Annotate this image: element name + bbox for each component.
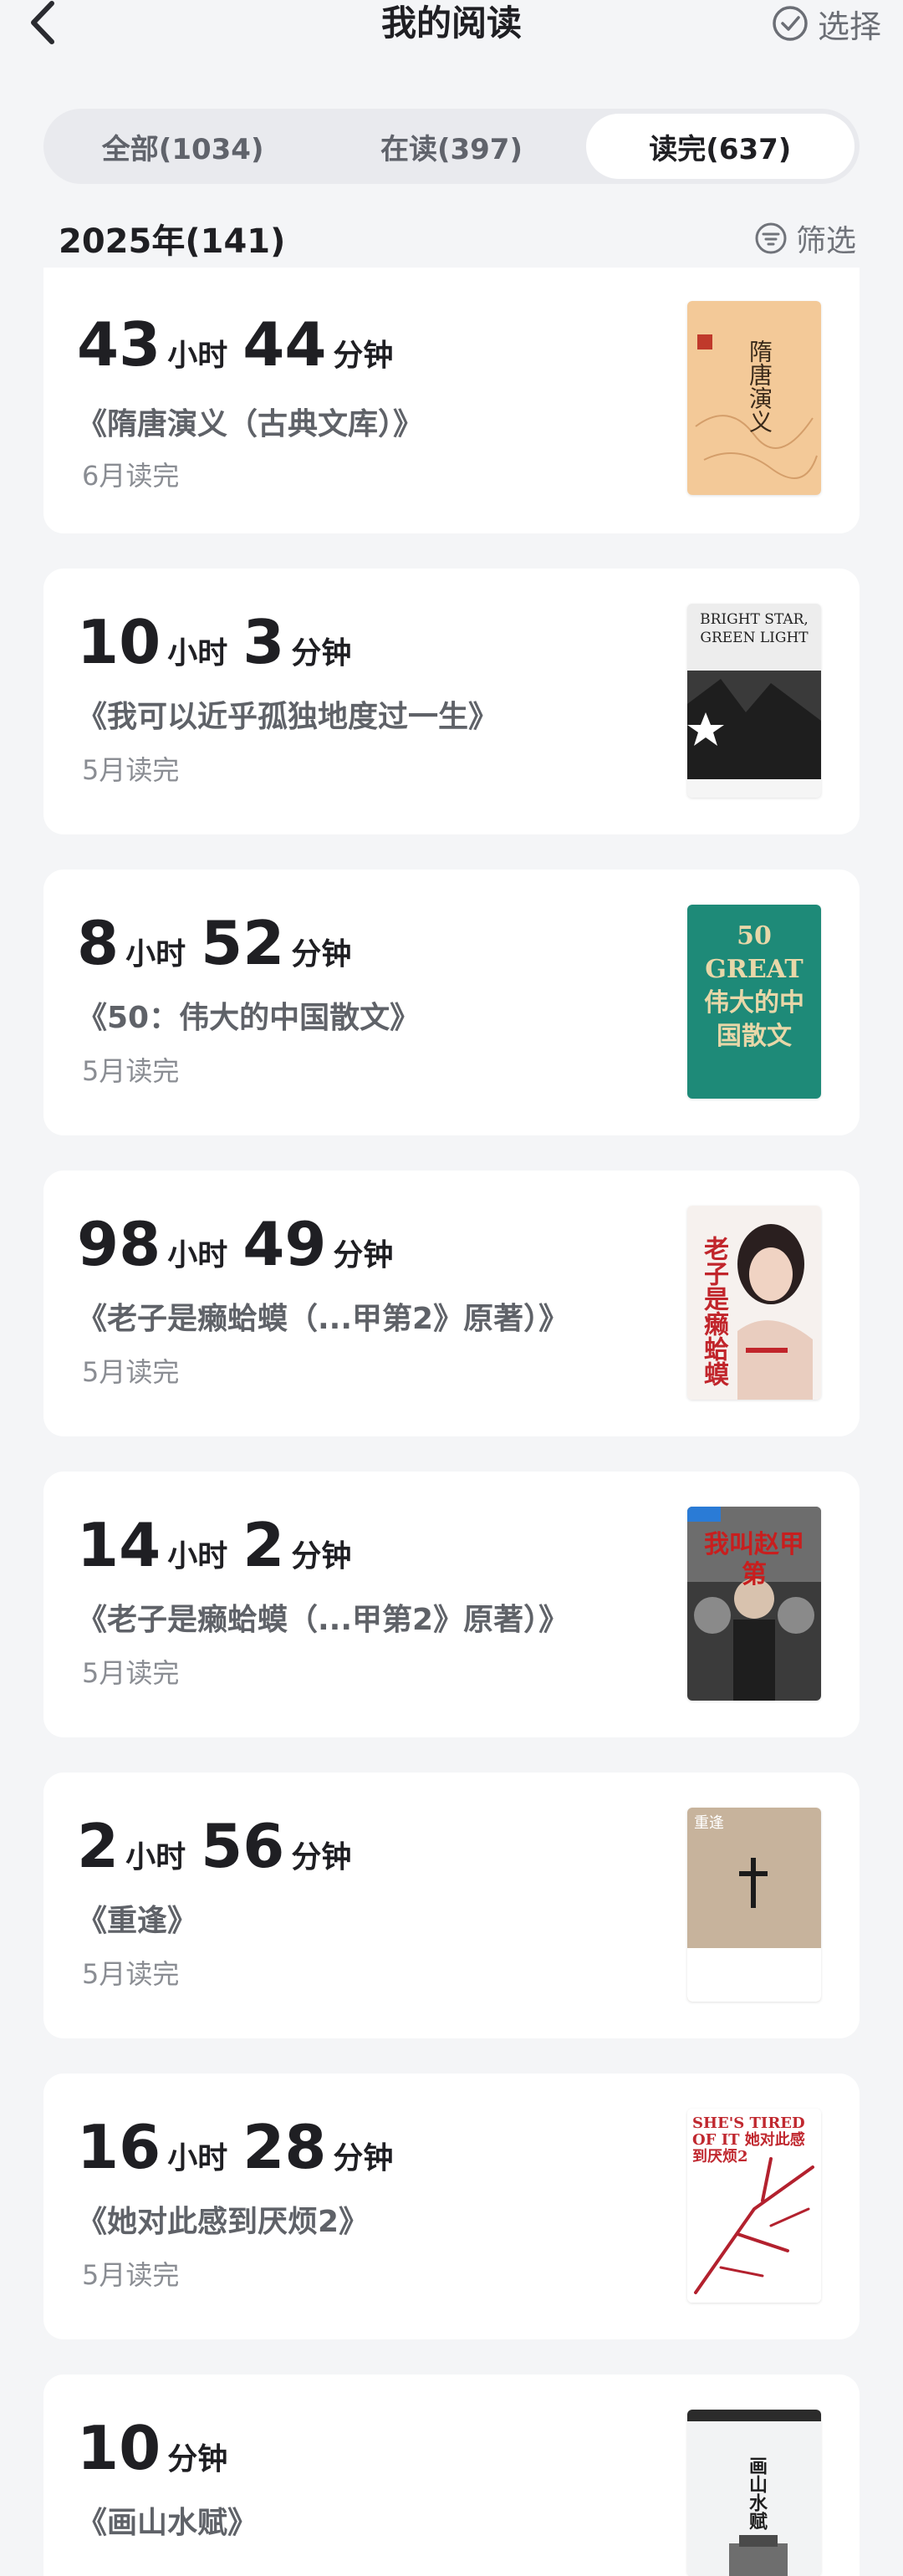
- reading-status-tabs: 全部(1034) 在读(397) 读完(637): [43, 109, 860, 184]
- cover-title: 隋唐演义: [746, 339, 773, 433]
- minutes-value: 2: [242, 1510, 285, 1580]
- minutes-unit: 分钟: [333, 1238, 394, 1273]
- minutes-unit: 分钟: [291, 636, 352, 671]
- tab-all[interactable]: 全部(1034): [48, 114, 317, 179]
- reading-time: 43 小时 44 分钟: [77, 311, 401, 378]
- cover-title: 50 GREAT 伟大的中国散文: [704, 921, 804, 1051]
- tab-finished[interactable]: 读完(637): [585, 114, 855, 179]
- hours-unit: 小时: [167, 1539, 228, 1574]
- reading-time: 10 分钟: [77, 2415, 236, 2482]
- minutes-value: 49: [242, 1209, 327, 1279]
- hours-value: 10: [77, 607, 161, 677]
- book-cover[interactable]: 隋唐演义: [687, 301, 821, 495]
- book-cover[interactable]: 我叫赵甲第: [687, 1507, 821, 1701]
- book-title: 《重逢》: [77, 1904, 198, 1938]
- finished-status: 5月读完: [82, 1657, 180, 1689]
- book-cover[interactable]: 50 GREAT 伟大的中国散文: [687, 905, 821, 1099]
- book-title: 《隋唐演义（古典文库）》: [77, 407, 424, 441]
- hours-value: 14: [77, 1510, 161, 1580]
- hours-unit: 小时: [167, 636, 228, 671]
- reading-time: 98 小时 49 分钟: [77, 1211, 401, 1278]
- year-row: 2025年(141) 筛选: [59, 211, 856, 266]
- tab-reading[interactable]: 在读(397): [317, 114, 585, 179]
- finished-status: 6月读完: [82, 460, 180, 492]
- finished-status: 5月读完: [82, 2259, 180, 2291]
- cover-title: 我叫赵甲第: [704, 1530, 804, 1589]
- hours-value: 16: [77, 2112, 161, 2182]
- hours-unit: 小时: [167, 2141, 228, 2176]
- book-card[interactable]: 16 小时 28 分钟 《她对此感到厌烦2》 5月读完 SHE'S TIRED …: [43, 2074, 860, 2339]
- book-card[interactable]: 43 小时 44 分钟 《隋唐演义（古典文库）》 6月读完 隋唐演义: [43, 268, 860, 533]
- minutes-unit: 分钟: [291, 1840, 352, 1875]
- reading-time: 8 小时 52 分钟: [77, 910, 360, 977]
- book-card[interactable]: 8 小时 52 分钟 《50：伟大的中国散文》 5月读完 50 GREAT 伟大…: [43, 870, 860, 1135]
- select-label: 选择: [817, 8, 881, 45]
- minutes-unit: 分钟: [333, 2141, 394, 2176]
- reading-time: 14 小时 2 分钟: [77, 1512, 360, 1579]
- book-card[interactable]: 10 小时 3 分钟 《我可以近乎孤独地度过一生》 5月读完 BRIGHT ST…: [43, 569, 860, 834]
- hours-unit: 小时: [167, 339, 228, 373]
- minutes-unit: 分钟: [291, 937, 352, 972]
- filter-button[interactable]: 筛选: [754, 217, 856, 260]
- year-label: 2025年(141): [59, 222, 286, 261]
- book-cover[interactable]: 老子是癞蛤蟆: [687, 1206, 821, 1400]
- minutes-value: 44: [242, 309, 327, 380]
- minutes-value: 10: [77, 2413, 161, 2483]
- cover-title: BRIGHT STAR, GREEN LIGHT: [700, 611, 809, 646]
- cover-title: 重逢: [694, 1814, 724, 1832]
- book-title: 《画山水赋》: [77, 2506, 258, 2540]
- hours-unit: 小时: [125, 937, 186, 972]
- finished-status: 5月读完: [82, 1958, 180, 1990]
- book-cover[interactable]: 重逢: [687, 1808, 821, 2002]
- cover-title: 画山水赋: [746, 2456, 768, 2530]
- check-circle-icon: [773, 6, 808, 41]
- book-card[interactable]: 2 小时 56 分钟 《重逢》 5月读完 重逢: [43, 1773, 860, 2038]
- hours-value: 43: [77, 309, 161, 380]
- hours-value: 8: [77, 908, 120, 978]
- header: 我的阅读 选择: [0, 0, 903, 50]
- minutes-value: 52: [201, 908, 285, 978]
- minutes-value: 56: [201, 1811, 285, 1881]
- finished-status: 5月读完: [82, 754, 180, 786]
- cover-title: SHE'S TIRED OF IT 她对此感到厌烦2: [692, 2114, 805, 2165]
- page-title: 我的阅读: [380, 3, 522, 43]
- book-title: 《老子是癞蛤蟆（...甲第2》原著）》: [77, 1603, 569, 1637]
- filter-label: 筛选: [795, 224, 856, 258]
- minutes-value: 3: [242, 607, 285, 677]
- hours-value: 98: [77, 1209, 161, 1279]
- minutes-value: 28: [242, 2112, 327, 2182]
- book-card[interactable]: 98 小时 49 分钟 《老子是癞蛤蟆（...甲第2》原著）》 5月读完 老子是…: [43, 1171, 860, 1436]
- reading-time: 10 小时 3 分钟: [77, 609, 360, 676]
- finished-status: 5月读完: [82, 1356, 180, 1388]
- cover-title: 老子是癞蛤蟆: [699, 1236, 728, 1386]
- book-title: 《50：伟大的中国散文》: [77, 1001, 421, 1035]
- book-cover[interactable]: BRIGHT STAR, GREEN LIGHT: [687, 604, 821, 798]
- book-cover[interactable]: 画山水赋: [687, 2410, 821, 2576]
- filter-icon: [755, 222, 787, 254]
- reading-time: 2 小时 56 分钟: [77, 1813, 360, 1880]
- book-cover[interactable]: SHE'S TIRED OF IT 她对此感到厌烦2: [687, 2109, 821, 2303]
- hours-unit: 小时: [125, 1840, 186, 1875]
- hours-unit: 小时: [167, 1238, 228, 1273]
- minutes-unit: 分钟: [167, 2442, 228, 2477]
- select-button[interactable]: 选择: [771, 0, 881, 47]
- minutes-unit: 分钟: [333, 339, 394, 373]
- minutes-unit: 分钟: [291, 1539, 352, 1574]
- book-title: 《她对此感到厌烦2》: [77, 2205, 370, 2239]
- book-card[interactable]: 14 小时 2 分钟 《老子是癞蛤蟆（...甲第2》原著）》 5月读完 我叫赵甲…: [43, 1472, 860, 1737]
- book-title: 《我可以近乎孤独地度过一生》: [77, 700, 499, 734]
- book-title: 《老子是癞蛤蟆（...甲第2》原著）》: [77, 1302, 569, 1336]
- finished-status: 5月读完: [82, 1055, 180, 1087]
- reading-time: 16 小时 28 分钟: [77, 2114, 401, 2181]
- book-card[interactable]: 10 分钟 《画山水赋》 画山水赋: [43, 2375, 860, 2576]
- hours-value: 2: [77, 1811, 120, 1881]
